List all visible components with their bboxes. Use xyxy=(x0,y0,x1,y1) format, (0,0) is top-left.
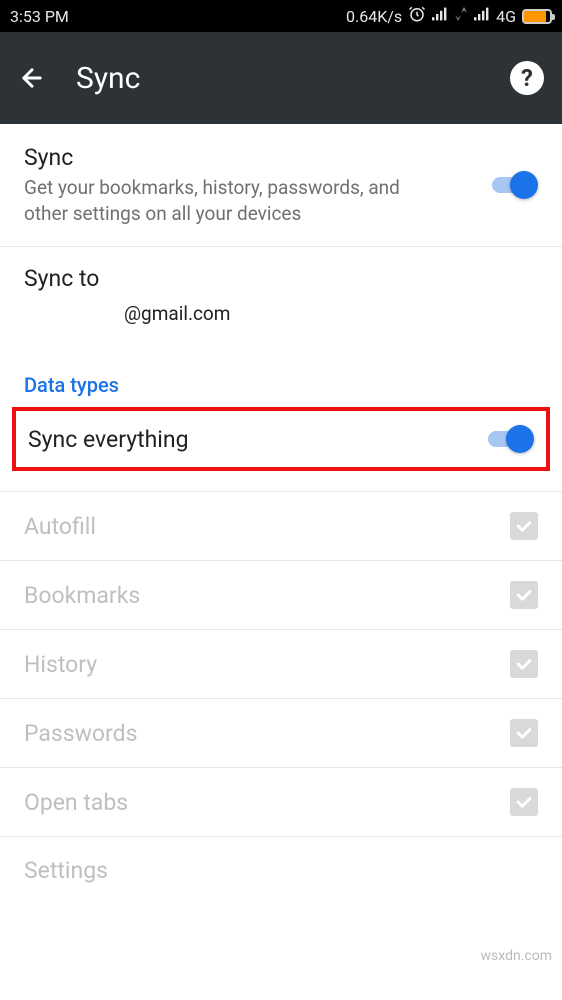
autofill-row: Autofill xyxy=(0,492,562,561)
passwords-checkbox xyxy=(510,719,538,747)
sync-to-label: Sync to xyxy=(24,265,538,292)
settings-row: Settings xyxy=(0,837,562,904)
section-header-data-types: Data types xyxy=(0,355,562,407)
sync-to-email: @gmail.com xyxy=(24,302,538,325)
sync-title: Sync xyxy=(24,144,490,171)
help-button[interactable]: ? xyxy=(510,61,544,95)
autofill-label: Autofill xyxy=(24,513,510,540)
open-tabs-label: Open tabs xyxy=(24,789,510,816)
passwords-row: Passwords xyxy=(0,699,562,768)
page-title: Sync xyxy=(76,61,480,96)
status-right: 0.64K/s 4G xyxy=(346,5,552,27)
settings-label: Settings xyxy=(24,857,538,884)
open-tabs-checkbox xyxy=(510,788,538,816)
status-time: 3:53 PM xyxy=(10,7,69,26)
status-bar: 3:53 PM 0.64K/s 4G xyxy=(0,0,562,32)
content: Sync Get your bookmarks, history, passwo… xyxy=(0,124,562,904)
battery-icon xyxy=(522,9,552,24)
back-button[interactable] xyxy=(18,64,46,92)
sync-everything-label: Sync everything xyxy=(28,426,486,453)
app-bar: Sync ? xyxy=(0,32,562,124)
sync-everything-row[interactable]: Sync everything xyxy=(16,411,546,467)
signal-icon-2 xyxy=(474,6,490,26)
bookmarks-label: Bookmarks xyxy=(24,582,510,609)
signal-icon xyxy=(432,6,448,26)
open-tabs-row: Open tabs xyxy=(0,768,562,837)
autofill-checkbox xyxy=(510,512,538,540)
bookmarks-row: Bookmarks xyxy=(0,561,562,630)
sync-to-row[interactable]: Sync to @gmail.com xyxy=(0,247,562,355)
passwords-label: Passwords xyxy=(24,720,510,747)
sync-toggle[interactable] xyxy=(490,171,538,199)
sync-master-row[interactable]: Sync Get your bookmarks, history, passwo… xyxy=(0,124,562,247)
sync-desc: Get your bookmarks, history, passwords, … xyxy=(24,175,404,226)
watermark: wsxdn.com xyxy=(481,948,552,964)
network-label: 4G xyxy=(496,7,516,26)
data-icon xyxy=(454,6,468,26)
alarm-icon xyxy=(408,5,426,27)
history-row: History xyxy=(0,630,562,699)
history-checkbox xyxy=(510,650,538,678)
history-label: History xyxy=(24,651,510,678)
sync-everything-toggle[interactable] xyxy=(486,425,534,453)
status-speed: 0.64K/s xyxy=(346,7,402,26)
highlight-box: Sync everything xyxy=(12,407,550,471)
bookmarks-checkbox xyxy=(510,581,538,609)
